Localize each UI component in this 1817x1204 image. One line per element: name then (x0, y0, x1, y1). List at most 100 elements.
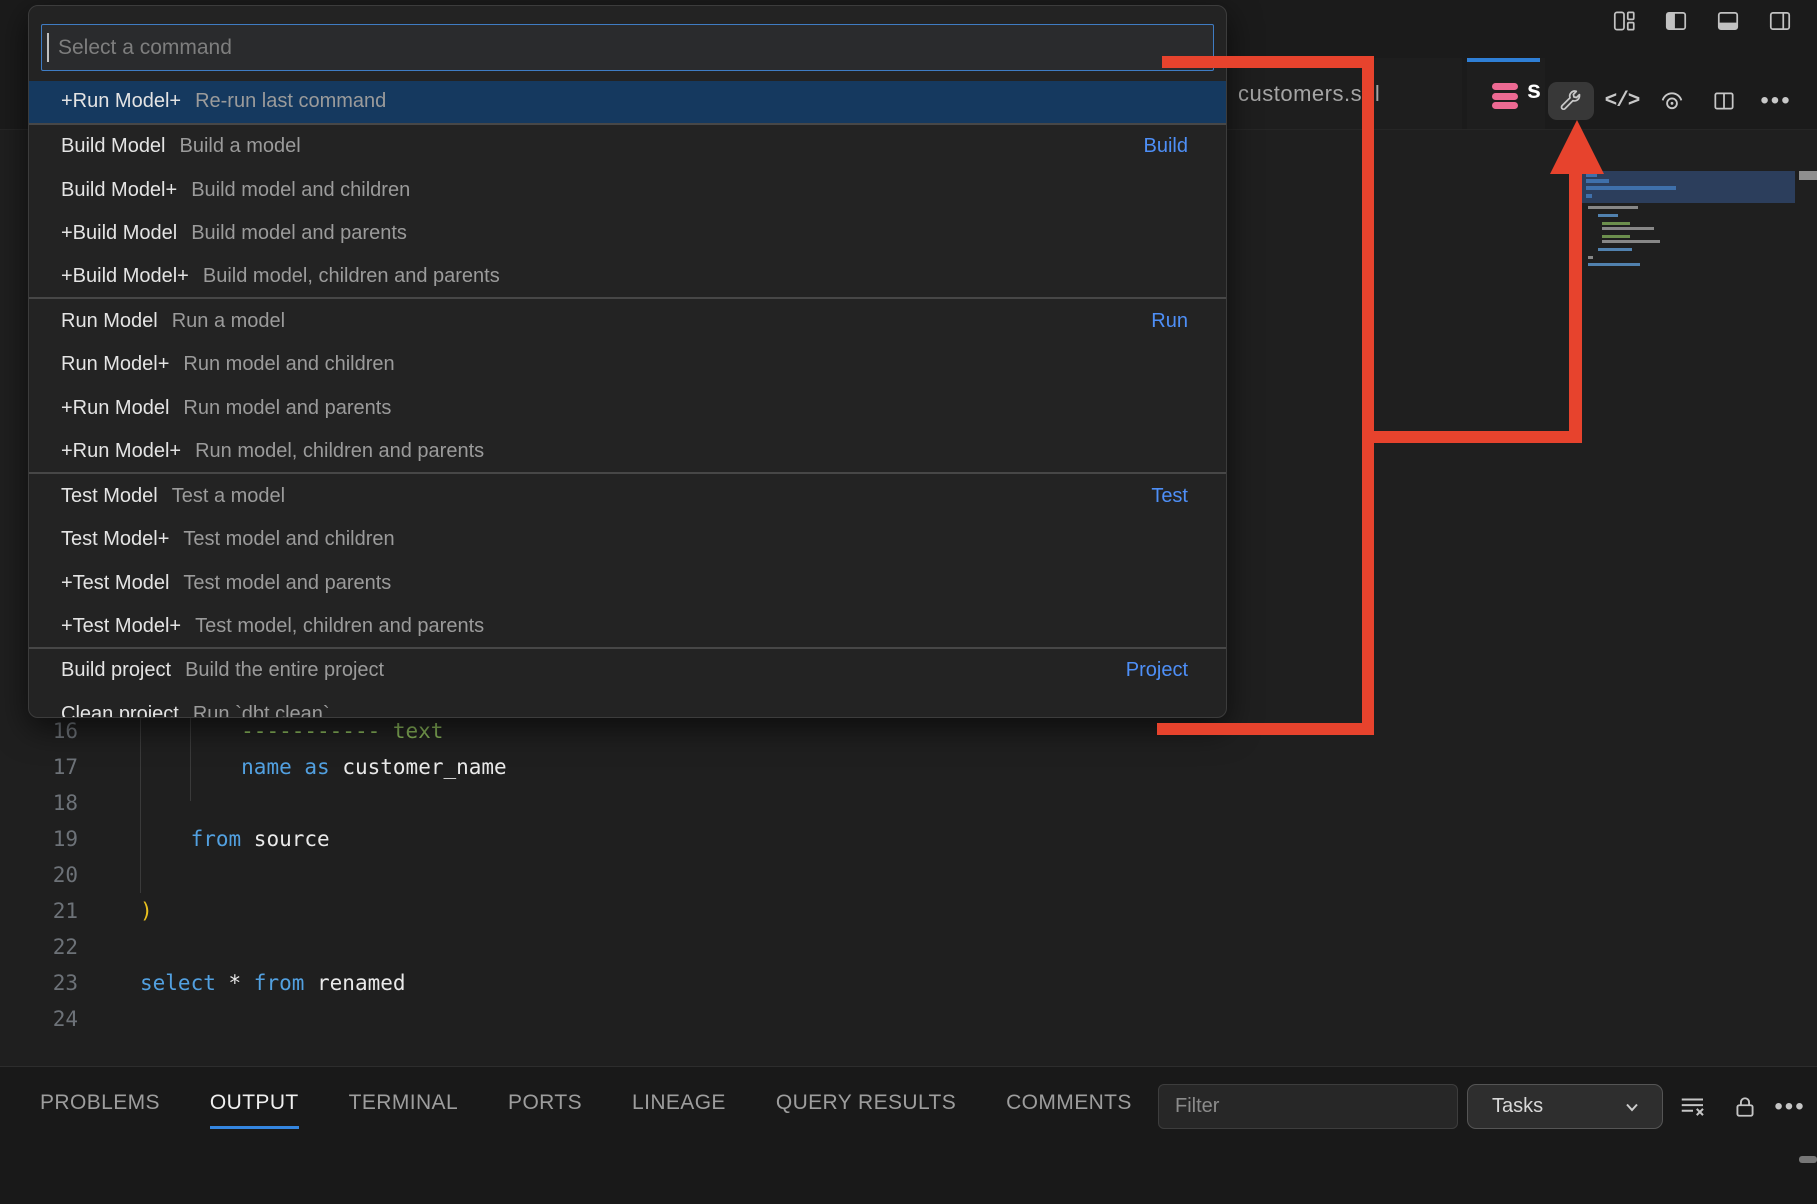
category-badge: Test (1151, 485, 1188, 508)
palette-item-description: Test model and parents (183, 572, 391, 595)
panel-more-actions-icon[interactable]: ••• (1772, 1089, 1808, 1125)
palette-item-label: +Run Model+ (61, 440, 181, 463)
line-number[interactable]: 23 (0, 965, 78, 1001)
filter-input[interactable] (1158, 1084, 1458, 1129)
text-caret (47, 33, 49, 62)
panel-tab-problems[interactable]: PROBLEMS (40, 1091, 160, 1129)
code-line[interactable]: 18 (0, 785, 900, 821)
code-text (78, 785, 140, 821)
panel-tab-comments[interactable]: COMMENTS (1006, 1091, 1132, 1129)
line-number[interactable]: 17 (0, 749, 78, 785)
wrench-icon (1558, 88, 1584, 114)
active-tab-indicator (1467, 58, 1540, 62)
annotation-line-top (1162, 56, 1374, 68)
palette-item[interactable]: +Test Model+Test model, children and par… (29, 605, 1226, 649)
palette-item[interactable]: +Run Model+ Run model, children and paren… (29, 431, 1226, 475)
code-line[interactable]: 17 name as customer_name (0, 749, 900, 785)
layout-controls (1611, 8, 1793, 34)
palette-item[interactable]: +Run ModelRun model and parents (29, 387, 1226, 431)
palette-item[interactable]: Build ModelBuild a modelBuild (29, 125, 1226, 169)
customize-layout-icon[interactable] (1611, 8, 1637, 34)
line-number[interactable]: 19 (0, 821, 78, 857)
annotation-line-vertical (1362, 56, 1374, 735)
command-input[interactable] (41, 24, 1214, 71)
tab-label: s (1527, 76, 1541, 105)
palette-item[interactable]: Run Model+Run model and children (29, 343, 1226, 387)
annotation-line-middle (1368, 431, 1582, 443)
palette-item-description: Test model and children (183, 528, 394, 551)
database-icon (1492, 83, 1518, 112)
code-lines[interactable]: 16 ----------- text17 name as customer_n… (0, 713, 900, 1037)
tab-active-model[interactable]: s (1467, 58, 1545, 129)
code-line[interactable]: 16 ----------- text (0, 713, 900, 749)
palette-item-label: +Build Model (61, 222, 177, 245)
palette-item[interactable]: Clean projectRun `dbt clean` (29, 693, 1226, 718)
minimap-line (1602, 222, 1630, 225)
line-number[interactable]: 16 (0, 713, 78, 749)
palette-item-description: Build model and children (191, 179, 410, 202)
code-view-icon[interactable]: </> (1602, 82, 1642, 120)
panel-scrollbar[interactable] (1799, 1156, 1817, 1163)
palette-item-description: Run `dbt clean` (193, 703, 330, 718)
palette-item[interactable]: +Build Model Build model and parents (29, 212, 1226, 256)
line-number[interactable]: 24 (0, 1001, 78, 1037)
code-line[interactable]: 20 (0, 857, 900, 893)
palette-item[interactable]: Run ModelRun a modelRun (29, 299, 1226, 343)
palette-item[interactable]: Test Model+Test model and children (29, 518, 1226, 562)
panel-tab-query-results[interactable]: QUERY RESULTS (776, 1091, 956, 1129)
panel-tab-ports[interactable]: PORTS (508, 1091, 582, 1129)
minimap-line (1598, 248, 1632, 251)
palette-item[interactable]: +Test Model Test model and parents (29, 562, 1226, 606)
palette-item-label: +Build Model+ (61, 265, 189, 288)
palette-item-label: +Test Model (61, 572, 169, 595)
line-number[interactable]: 21 (0, 893, 78, 929)
palette-item-label: Build Model (61, 135, 166, 158)
clear-output-icon[interactable] (1675, 1089, 1711, 1125)
palette-item[interactable]: Build Model+Build model and children (29, 168, 1226, 212)
palette-item[interactable]: Test ModelTest a modelTest (29, 474, 1226, 518)
minimap[interactable] (1582, 171, 1795, 203)
line-number[interactable]: 18 (0, 785, 78, 821)
palette-item[interactable]: Build projectBuild the entire projectPro… (29, 649, 1226, 693)
panel-tab-lineage[interactable]: LINEAGE (632, 1091, 726, 1129)
preview-eye-icon[interactable] (1652, 82, 1692, 120)
bottom-panel: PROBLEMS OUTPUT TERMINAL PORTS LINEAGE QUERY … (0, 1066, 1817, 1204)
minimap-line (1598, 214, 1618, 217)
code-line[interactable]: 21) (0, 893, 900, 929)
panel-tab-output[interactable]: OUTPUT (210, 1091, 299, 1129)
toggle-secondary-sidebar-icon[interactable] (1767, 8, 1793, 34)
code-text (78, 1001, 140, 1037)
code-text: name as customer_name (78, 749, 507, 785)
code-line[interactable]: 24 (0, 1001, 900, 1037)
code-line[interactable]: 23select * from renamed (0, 965, 900, 1001)
palette-item-label: Test Model (61, 485, 158, 508)
annotation-arrowhead-icon (1550, 120, 1604, 174)
minimap-line (1602, 240, 1660, 243)
indent-guide (140, 713, 141, 893)
editor-actions-toolbar: </> ••• (1545, 58, 1817, 129)
palette-list: +Run Model+Re-run last commandBuild Mode… (29, 81, 1226, 718)
toggle-panel-icon[interactable] (1715, 8, 1741, 34)
command-palette: +Run Model+Re-run last commandBuild Mode… (28, 5, 1227, 718)
toggle-primary-sidebar-icon[interactable] (1663, 8, 1689, 34)
wrench-build-actions-button[interactable] (1548, 82, 1594, 120)
palette-item-description: Run model, children and parents (195, 440, 484, 463)
code-line[interactable]: 19 from source (0, 821, 900, 857)
palette-item[interactable]: +Run Model+Re-run last command (29, 81, 1226, 125)
minimap-line (1602, 227, 1654, 230)
panel-tab-terminal[interactable]: TERMINAL (349, 1091, 458, 1129)
lock-icon[interactable] (1727, 1089, 1763, 1125)
line-number[interactable]: 20 (0, 857, 78, 893)
more-actions-icon[interactable]: ••• (1756, 82, 1796, 120)
split-editor-icon[interactable] (1704, 82, 1744, 120)
code-line[interactable]: 22 (0, 929, 900, 965)
indent-guide (190, 713, 191, 801)
palette-item-description: Build model and parents (191, 222, 407, 245)
tab-customers-sql[interactable]: customers.sql (1227, 58, 1462, 129)
tasks-dropdown[interactable]: Tasks (1467, 1084, 1663, 1129)
palette-item-description: Build model, children and parents (203, 265, 500, 288)
minimap-selected-line (1586, 186, 1676, 190)
line-number[interactable]: 22 (0, 929, 78, 965)
editor-scrollbar[interactable] (1799, 171, 1817, 180)
palette-item[interactable]: +Build Model+ Build model, children and p… (29, 256, 1226, 300)
